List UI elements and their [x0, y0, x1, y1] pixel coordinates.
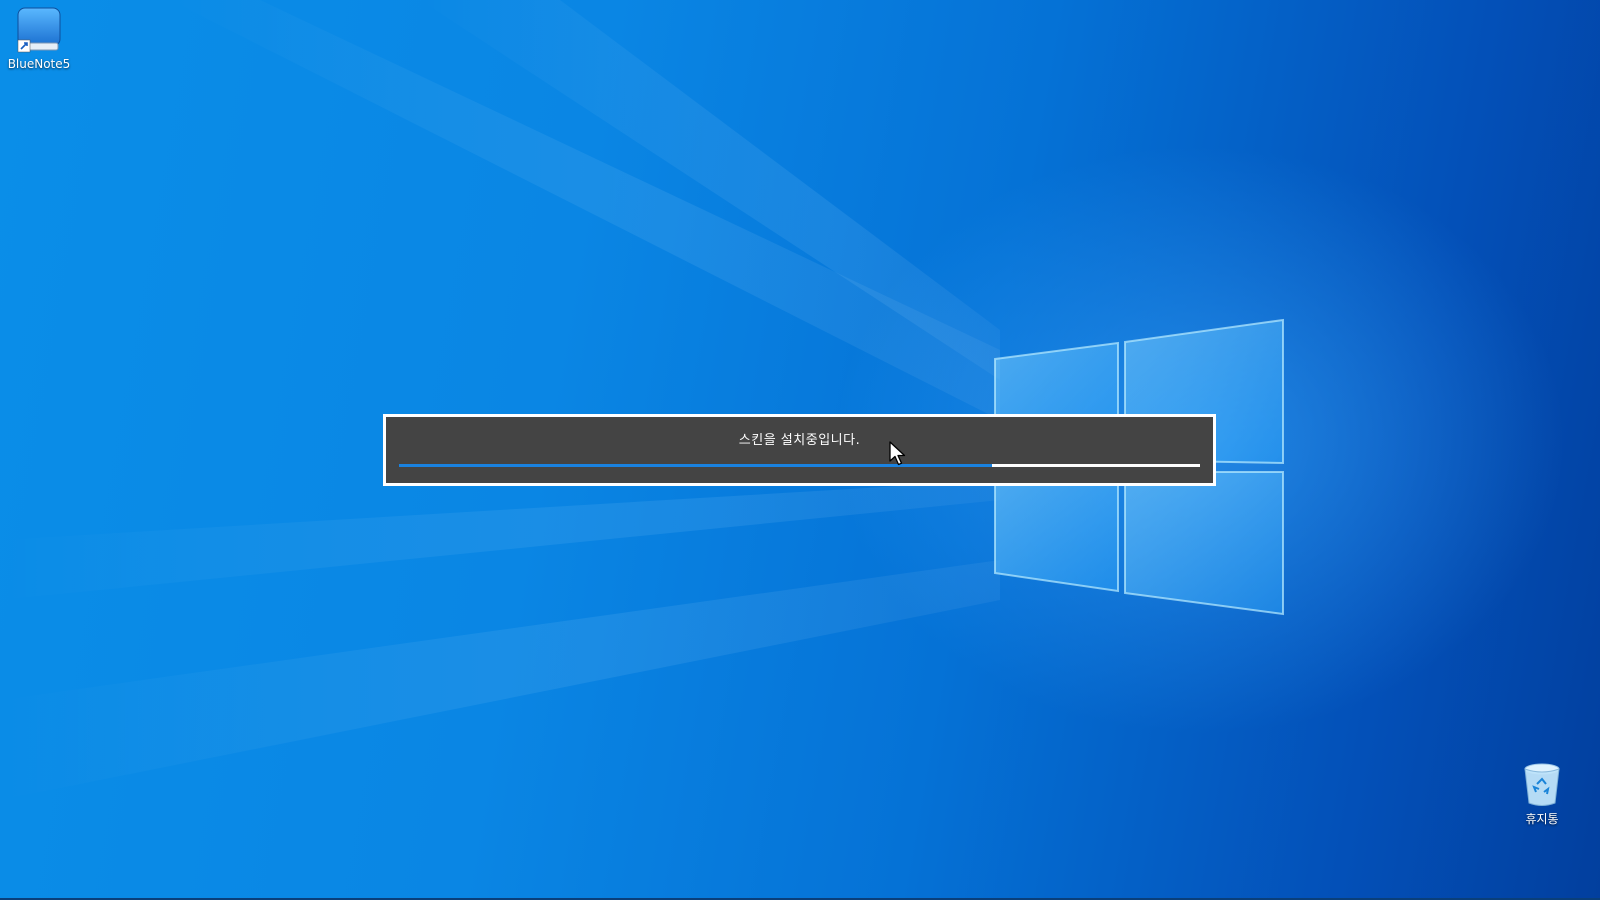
progress-message: 스킨을 설치중입니다.: [738, 433, 861, 448]
recycle-bin-icon: [1524, 763, 1560, 806]
bluenote-app-icon: [17, 7, 61, 53]
desktop-icon-label: BlueNote5: [7, 57, 71, 71]
desktop-icon-recycle-bin[interactable]: 휴지통: [1502, 762, 1582, 827]
desktop-icon-label: 휴지통: [1525, 812, 1559, 826]
progress-bar: [399, 464, 1200, 467]
mouse-cursor-icon: [889, 441, 906, 466]
skin-install-progress-dialog: 스킨을 설치중입니다.: [383, 414, 1216, 486]
desktop[interactable]: BlueNote5 휴지통 스킨을 설치중입니다.: [0, 0, 1600, 900]
desktop-icon-bluenote5[interactable]: BlueNote5: [0, 5, 79, 71]
